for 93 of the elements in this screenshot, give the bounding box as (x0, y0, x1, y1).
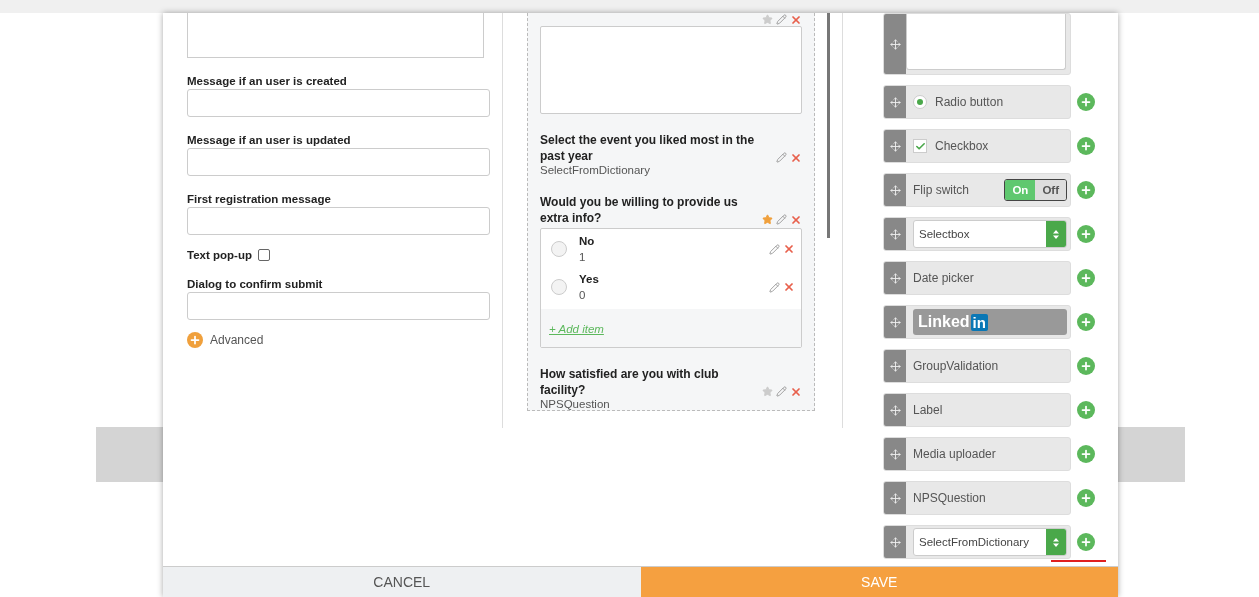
edit-icon[interactable] (776, 386, 787, 397)
text-area[interactable] (540, 26, 802, 114)
move-handle[interactable] (884, 350, 906, 382)
advanced-link[interactable]: Advanced (210, 333, 264, 347)
item-label: NPSQuestion (913, 491, 986, 505)
delete-icon[interactable] (790, 151, 802, 164)
item-label: Checkbox (935, 139, 989, 153)
question-type: NPSQuestion (540, 398, 611, 410)
text-area[interactable] (906, 14, 1066, 70)
question-type: SelectFromDictionary (540, 164, 651, 176)
plus-icon[interactable] (1077, 533, 1095, 551)
palette-item[interactable]: Media uploader (883, 437, 1071, 471)
plus-icon[interactable] (1077, 269, 1095, 287)
flip-switch[interactable]: On Off (1004, 179, 1067, 201)
edit-icon[interactable] (776, 14, 787, 25)
radio-button[interactable] (913, 95, 927, 109)
edit-icon[interactable] (769, 243, 780, 255)
palette-item[interactable]: SelectFromDictionary (883, 525, 1071, 559)
text-area[interactable] (187, 13, 484, 58)
option-label: No (579, 235, 596, 247)
question-title: How satisfied are you with club facility? (540, 366, 720, 398)
star-icon[interactable] (762, 14, 773, 25)
plus-icon[interactable] (1077, 181, 1095, 199)
move-handle[interactable] (884, 526, 906, 558)
delete-icon[interactable] (783, 243, 795, 255)
move-handle[interactable] (884, 86, 906, 118)
plus-icon[interactable] (1077, 401, 1095, 419)
palette-item[interactable] (883, 13, 1071, 75)
radio-button[interactable] (551, 241, 567, 257)
radio-button[interactable] (551, 279, 567, 295)
select-box[interactable]: SelectFromDictionary (913, 528, 1067, 556)
move-handle[interactable] (884, 482, 906, 514)
move-handle[interactable] (884, 174, 906, 206)
edit-icon[interactable] (776, 214, 787, 225)
input-field[interactable] (187, 148, 490, 176)
move-handle[interactable] (884, 306, 906, 338)
palette-item[interactable]: Linked in (883, 305, 1071, 339)
field-label: Message if an user is created (187, 75, 348, 87)
palette-item[interactable]: Radio button (883, 85, 1071, 119)
move-handle[interactable] (884, 14, 906, 74)
option-value: 1 (579, 251, 587, 263)
delete-icon[interactable] (790, 213, 802, 226)
plus-icon[interactable] (1077, 357, 1095, 375)
palette-item[interactable]: GroupValidation (883, 349, 1071, 383)
option-label: Yes (579, 273, 600, 285)
option-value: 0 (579, 289, 587, 301)
move-handle[interactable] (884, 394, 906, 426)
select-box[interactable]: Selectbox (913, 220, 1067, 248)
question-title: Would you be willing to provide us extra info? (540, 194, 739, 226)
delete-icon[interactable] (790, 385, 802, 398)
input-field[interactable] (187, 89, 490, 117)
star-icon[interactable] (762, 214, 773, 225)
plus-icon[interactable] (1077, 445, 1095, 463)
plus-icon[interactable] (1077, 313, 1095, 331)
delete-icon[interactable] (783, 281, 795, 293)
item-label: Label (913, 403, 943, 417)
palette-item[interactable]: NPSQuestion (883, 481, 1071, 515)
input-field[interactable] (187, 292, 490, 320)
move-handle[interactable] (884, 218, 906, 250)
star-icon[interactable] (762, 386, 773, 397)
checkbox[interactable] (257, 249, 270, 261)
updown-arrow-icon (1053, 537, 1059, 547)
item-label: GroupValidation (913, 359, 999, 373)
field-label: First registration message (187, 193, 332, 205)
plus-icon[interactable] (1077, 225, 1095, 243)
move-handle[interactable] (884, 130, 906, 162)
item-label: Radio button (935, 95, 1004, 109)
updown-arrow-icon (1053, 229, 1059, 239)
cancel-button[interactable]: CANCEL (163, 566, 641, 597)
palette-item[interactable]: Checkbox (883, 129, 1071, 163)
move-handle[interactable] (884, 262, 906, 294)
plus-icon[interactable] (1077, 93, 1095, 111)
item-label: Flip switch (913, 183, 969, 197)
edit-icon[interactable] (776, 152, 787, 163)
field-label: Text pop-up (187, 249, 252, 261)
input-field[interactable] (187, 207, 490, 235)
palette-item[interactable]: Date picker (883, 261, 1071, 295)
item-label: Date picker (913, 271, 974, 285)
delete-icon[interactable] (790, 13, 802, 26)
plus-icon[interactable] (1077, 137, 1095, 155)
item-label: Media uploader (913, 447, 996, 461)
field-label: Dialog to confirm submit (187, 278, 324, 290)
linkedin-logo: Linked in (913, 309, 1067, 335)
question-title: Select the event you liked most in the past year (540, 132, 756, 164)
palette-item[interactable]: Label (883, 393, 1071, 427)
plus-icon[interactable] (1077, 489, 1095, 507)
plus-icon[interactable] (187, 332, 203, 348)
edit-icon[interactable] (769, 281, 780, 293)
palette-item[interactable]: Flip switch On Off (883, 173, 1071, 207)
field-label: Message if an user is updated (187, 134, 352, 146)
move-handle[interactable] (884, 438, 906, 470)
scrollbar[interactable] (827, 13, 830, 238)
palette-item[interactable]: Selectbox (883, 217, 1071, 251)
